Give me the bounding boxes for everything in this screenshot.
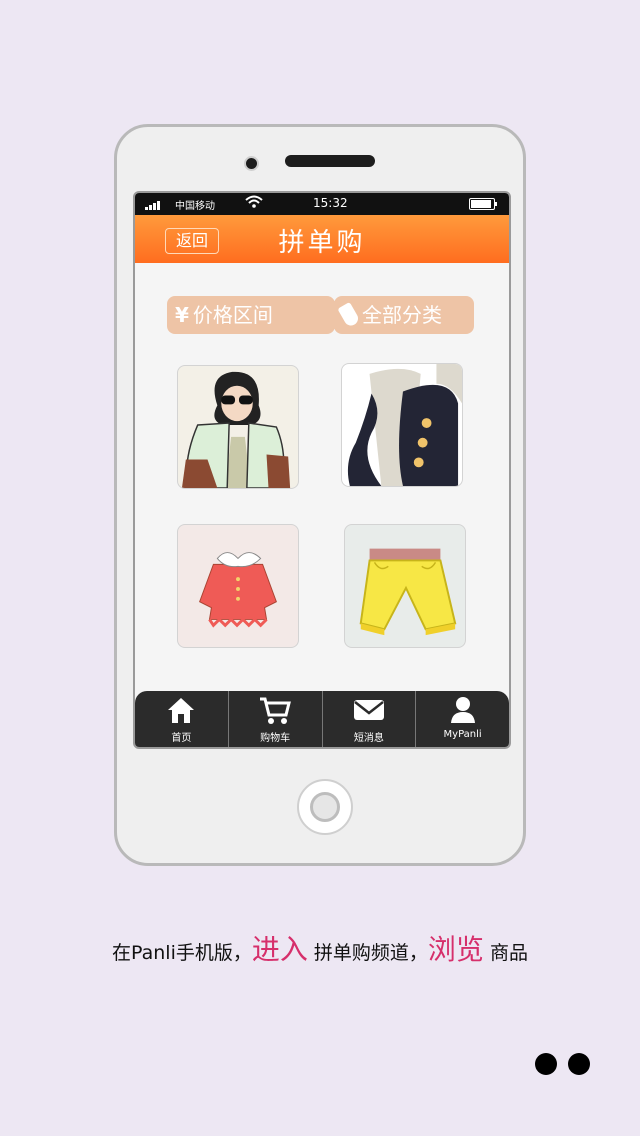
tab-cart[interactable]: 购物车 xyxy=(229,691,323,747)
tab-cart-label: 购物车 xyxy=(260,733,291,744)
signal-icon xyxy=(145,199,161,210)
price-range-button[interactable]: ¥ 价格区间 xyxy=(167,296,335,334)
caption-part-3: 商品 xyxy=(483,942,528,964)
cart-icon xyxy=(260,697,292,724)
status-time: 15:32 xyxy=(313,196,348,210)
home-button[interactable] xyxy=(297,779,353,835)
category-label: 全部分类 xyxy=(362,303,442,327)
wifi-icon xyxy=(245,195,263,212)
carrier-name: 中国移动 xyxy=(175,201,215,212)
caption-part-2: 拼单购频道， xyxy=(307,942,428,964)
tab-bar: 首页 购物车 短消息 MyPanli xyxy=(135,691,509,747)
caption-highlight-2: 浏览 xyxy=(427,933,484,966)
product-card-3[interactable] xyxy=(177,524,299,648)
battery-icon xyxy=(469,198,497,210)
status-bar: 中国移动 15:32 xyxy=(135,193,509,215)
caption: 在Panli手机版，进入 拼单购频道，浏览 商品 xyxy=(0,928,640,968)
home-icon xyxy=(168,698,195,723)
product-card-4[interactable] xyxy=(344,524,466,648)
tab-mypanli-label: MyPanli xyxy=(443,729,482,740)
tab-messages[interactable]: 短消息 xyxy=(323,691,417,747)
category-button[interactable]: 全部分类 xyxy=(334,296,474,334)
red-blouse-image xyxy=(199,552,277,628)
page-dot-2[interactable] xyxy=(568,1053,590,1075)
yellow-shorts-image xyxy=(359,548,457,636)
product-card-2[interactable] xyxy=(341,363,463,487)
caption-part-1: 在Panli手机版， xyxy=(112,942,252,964)
tab-home[interactable]: 首页 xyxy=(135,691,229,747)
caption-highlight-1: 进入 xyxy=(251,933,308,966)
coat-image xyxy=(347,364,462,486)
tab-messages-label: 短消息 xyxy=(353,733,384,744)
tab-home-label: 首页 xyxy=(171,733,192,744)
product-card-1[interactable] xyxy=(177,365,299,489)
page-title: 拼单购 xyxy=(278,228,366,258)
phone-frame: 中国移动 15:32 返回 拼单购 ¥ 价格区间 全部分类 首页 购物车 短消息… xyxy=(114,124,526,866)
jacket-woman-image xyxy=(181,371,291,488)
title-bar: 返回 拼单购 xyxy=(135,215,509,263)
tab-mypanli[interactable]: MyPanli xyxy=(416,691,509,747)
speaker xyxy=(285,155,375,167)
tag-icon xyxy=(337,301,361,329)
price-range-label: 价格区间 xyxy=(192,303,273,327)
user-icon xyxy=(450,697,475,723)
yen-icon: ¥ xyxy=(175,303,189,327)
page-dot-1[interactable] xyxy=(535,1053,557,1075)
phone-screen: 中国移动 15:32 返回 拼单购 ¥ 价格区间 全部分类 首页 购物车 短消息… xyxy=(133,191,511,749)
camera xyxy=(244,156,259,171)
mail-icon xyxy=(353,700,384,720)
